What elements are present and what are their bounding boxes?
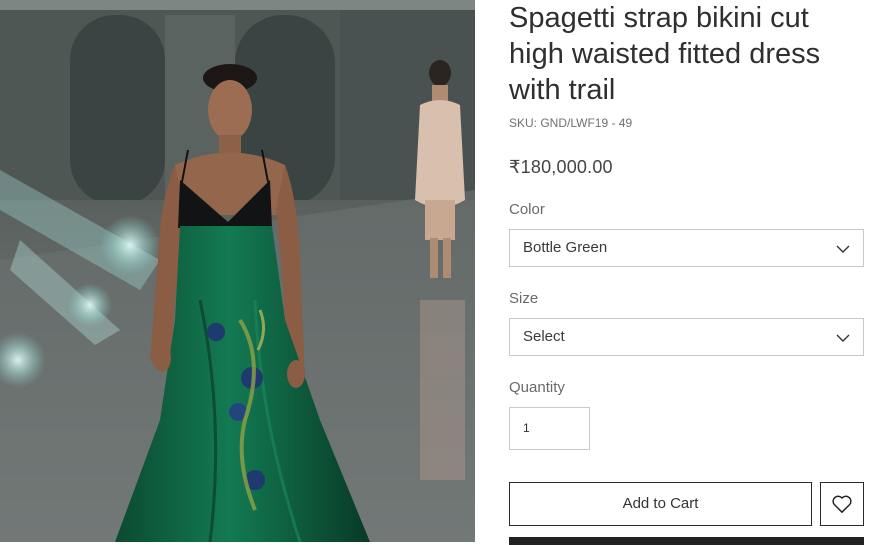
buy-now-button[interactable] xyxy=(509,537,864,545)
chevron-down-icon xyxy=(836,245,850,253)
size-selected-value: Select xyxy=(523,328,565,345)
product-sku: SKU: GND/LWF19 - 49 xyxy=(509,116,633,130)
product-title: Spagetti strap bikini cut high waisted f… xyxy=(509,2,821,106)
quantity-label: Quantity xyxy=(509,379,565,396)
color-selected-value: Bottle Green xyxy=(523,239,608,256)
add-to-cart-button[interactable]: Add to Cart xyxy=(509,482,812,526)
chevron-down-icon xyxy=(836,334,850,342)
quantity-input[interactable] xyxy=(523,421,578,435)
size-label: Size xyxy=(509,290,539,307)
wishlist-button[interactable] xyxy=(820,482,864,526)
product-price: ₹180,000.00 xyxy=(509,157,613,177)
color-label: Color xyxy=(509,201,545,218)
quantity-stepper[interactable] xyxy=(509,407,590,450)
size-dropdown[interactable]: Select xyxy=(509,318,864,356)
product-image[interactable] xyxy=(0,0,475,542)
color-dropdown[interactable]: Bottle Green xyxy=(509,229,864,267)
runway-model-photo xyxy=(0,0,475,542)
heart-icon xyxy=(832,495,852,513)
